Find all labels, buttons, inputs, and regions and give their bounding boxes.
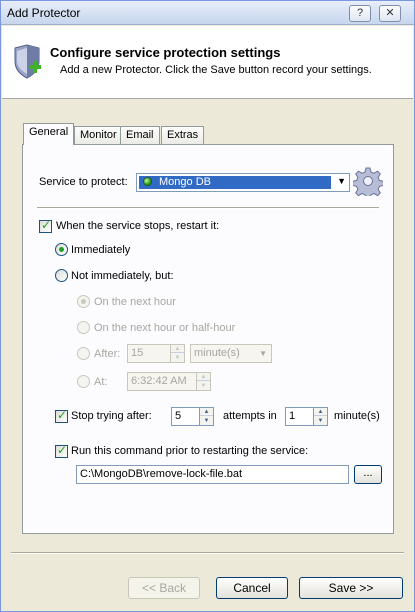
service-label: Service to protect:: [39, 176, 128, 188]
after-spinner[interactable]: ▲ ▼: [170, 344, 185, 363]
service-select[interactable]: Mongo DB ▼: [136, 173, 350, 192]
service-selected-item: Mongo DB: [139, 176, 331, 189]
header-banner: Configure service protection settings Ad…: [2, 26, 413, 99]
not-immediately-label: Not immediately, but:: [71, 270, 174, 282]
gear-icon[interactable]: [353, 166, 383, 196]
run-command-label: Run this command prior to restarting the…: [71, 445, 309, 457]
attempts-spinner[interactable]: ▲ ▼: [313, 407, 328, 426]
after-unit-select[interactable]: minute(s) ▼: [190, 344, 272, 363]
minutes-label: minute(s): [334, 410, 380, 422]
next-half-hour-radio[interactable]: [77, 321, 90, 334]
separator: [37, 207, 379, 209]
shield-add-icon: [14, 44, 41, 79]
help-button[interactable]: ?: [349, 5, 371, 22]
run-command-checkbox[interactable]: ✓: [55, 443, 68, 458]
attempts-input[interactable]: 1: [285, 407, 314, 426]
restart-label: When the service stops, restart it:: [56, 220, 220, 232]
at-time-spinner[interactable]: ▲ ▼: [196, 372, 211, 391]
next-half-hour-label: On the next hour or half-hour: [94, 322, 236, 334]
tab-general[interactable]: General: [23, 123, 75, 145]
next-hour-label: On the next hour: [94, 296, 176, 308]
title-bar: Add Protector ? ✕: [1, 1, 414, 25]
at-label: At:: [94, 376, 108, 388]
window-title: Add Protector: [7, 6, 81, 20]
chevron-down-icon: ▼: [259, 349, 267, 358]
immediately-radio[interactable]: [55, 243, 68, 256]
after-radio[interactable]: [77, 347, 90, 360]
close-button[interactable]: ✕: [379, 5, 401, 22]
bottom-separator: [11, 552, 404, 554]
tab-extras[interactable]: Extras: [161, 126, 205, 144]
command-input[interactable]: C:\MongoDB\remove-lock-file.bat: [76, 465, 349, 484]
header-title: Configure service protection settings: [50, 45, 281, 60]
browse-button[interactable]: ...: [354, 465, 382, 484]
not-immediately-radio[interactable]: [55, 269, 68, 282]
tab-email[interactable]: Email: [120, 126, 160, 144]
service-value: Mongo DB: [159, 176, 211, 188]
cancel-button[interactable]: Cancel: [216, 577, 288, 599]
at-radio[interactable]: [77, 375, 90, 388]
after-label: After:: [94, 348, 121, 360]
next-hour-radio[interactable]: [77, 295, 90, 308]
service-status-icon: [143, 177, 152, 186]
header-subtitle: Add a new Protector. Click the Save butt…: [60, 64, 372, 76]
stop-trying-checkbox[interactable]: ✓: [55, 408, 68, 423]
stop-trying-input[interactable]: 5: [171, 407, 200, 426]
restart-checkbox[interactable]: ✓: [39, 218, 52, 233]
stop-trying-label: Stop trying after:: [71, 410, 152, 422]
after-input[interactable]: 15: [127, 344, 171, 363]
after-unit-value: minute(s): [194, 347, 240, 359]
save-button[interactable]: Save >>: [299, 577, 403, 599]
back-button[interactable]: << Back: [128, 577, 200, 599]
immediately-label: Immediately: [71, 244, 131, 256]
tab-monitor[interactable]: Monitor: [74, 126, 123, 144]
stop-trying-spinner[interactable]: ▲ ▼: [199, 407, 214, 426]
attempts-label: attempts in: [223, 410, 277, 422]
at-time-input[interactable]: 6:32:42 AM: [127, 372, 197, 391]
chevron-down-icon[interactable]: ▼: [337, 176, 346, 186]
add-protector-window: Add Protector ? ✕ Configure service prot…: [0, 0, 415, 612]
